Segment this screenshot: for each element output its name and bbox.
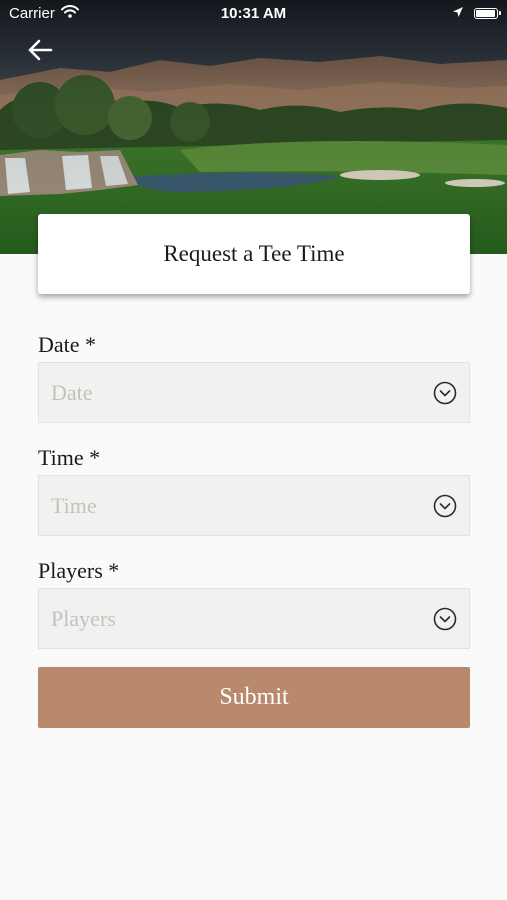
status-bar: Carrier 10:31 AM [0,0,507,28]
submit-button[interactable]: Submit [38,667,470,728]
title-card: Request a Tee Time [38,214,470,294]
players-placeholder: Players [51,606,116,631]
date-placeholder: Date [51,380,93,405]
date-label: Date * [38,332,97,357]
date-select[interactable]: Date [38,362,470,423]
tee-time-form: Date * Date Time * Time Players * Player… [38,328,470,728]
players-label: Players * [38,558,120,583]
status-time: 10:31 AM [220,5,287,22]
battery-level [476,10,495,17]
status-right [452,5,501,22]
players-select[interactable]: Players [38,588,470,649]
location-arrow-icon [452,5,464,22]
chevron-down-circle-icon [433,494,457,518]
battery-icon [474,8,501,19]
back-button[interactable] [24,34,58,68]
chevron-down-circle-icon [433,607,457,631]
time-label: Time * [38,445,101,470]
arrow-left-icon [24,39,58,72]
page-title: Request a Tee Time [163,241,345,266]
time-select[interactable]: Time [38,475,470,536]
time-placeholder: Time [51,493,97,518]
chevron-down-circle-icon [433,381,457,405]
submit-label: Submit [219,684,289,710]
